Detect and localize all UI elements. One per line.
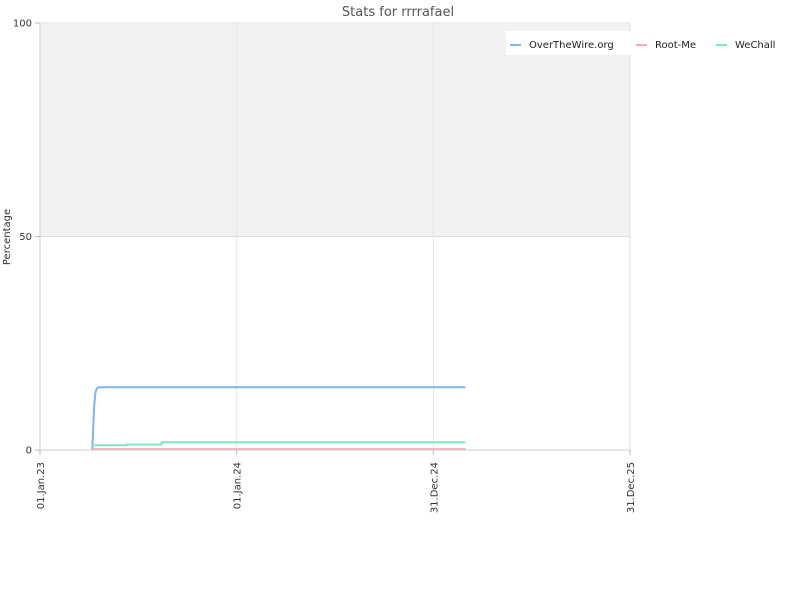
series-point	[91, 444, 93, 446]
series-point	[161, 443, 163, 446]
plot-shaded-band	[40, 23, 630, 237]
series-point	[92, 436, 94, 438]
x-tick-label: 01.Jan.24	[233, 462, 244, 509]
series-point	[464, 386, 466, 388]
y-tick-label: 100	[13, 19, 32, 30]
series-point	[94, 391, 97, 393]
series-point	[93, 402, 96, 404]
series-point	[464, 441, 466, 443]
chart-root: 0 50 100 01.Jan.23 01.Jan.24 31.Dec.24 31.Dec.…	[0, 0, 800, 600]
series-point	[161, 441, 163, 443]
legend-label: Root-Me	[655, 40, 696, 51]
x-tick-label: 31.Dec.25	[626, 462, 637, 513]
series-point	[125, 443, 127, 446]
series-point	[96, 387, 98, 389]
series-point	[95, 389, 97, 391]
x-tick-label: 01.Jan.23	[36, 462, 47, 509]
chart-title: Stats for rrrrafael	[342, 5, 454, 20]
series-point	[93, 410, 95, 413]
y-axis-label: Percentage	[2, 209, 13, 265]
legend: OverTheWire.org Root-Me WeChall	[506, 31, 782, 55]
series-point	[94, 396, 96, 398]
series-point	[98, 386, 100, 388]
y-tick-label: 0	[26, 446, 32, 457]
series-point	[92, 423, 94, 425]
legend-label: OverTheWire.org	[529, 40, 614, 51]
legend-label: WeChall	[735, 40, 775, 51]
chart-svg: 0 50 100 01.Jan.23 01.Jan.24 31.Dec.24 31.Dec.…	[0, 0, 800, 600]
x-tick-label: 31.Dec.24	[429, 462, 440, 513]
y-tick-label: 50	[19, 232, 32, 243]
